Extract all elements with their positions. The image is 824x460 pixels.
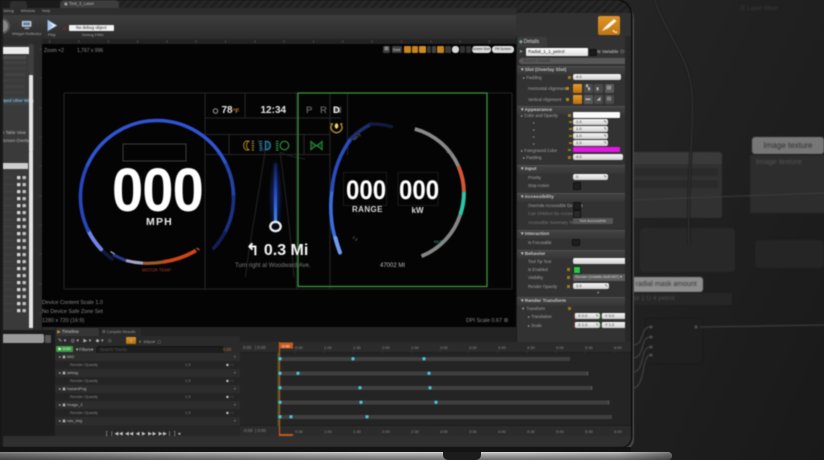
svg-text:NET 5: NET 5 <box>434 239 446 244</box>
svg-text:2:00: 2:00 <box>382 429 391 434</box>
svg-text:MA 5: MA 5 <box>352 132 363 142</box>
svg-text:6:00: 6:00 <box>614 345 623 350</box>
svg-text:1:30: 1:30 <box>353 345 362 350</box>
svg-text:0:30: 0:30 <box>295 429 304 434</box>
svg-text:5:00: 5:00 <box>556 345 565 350</box>
svg-text:2:30: 2:30 <box>411 429 420 434</box>
svg-text:1:30: 1:30 <box>353 429 362 434</box>
svg-text:0 8: 0 8 <box>351 235 359 243</box>
svg-text:4:30: 4:30 <box>527 345 536 350</box>
svg-text:6:00: 6:00 <box>614 429 623 434</box>
svg-text:3:30: 3:30 <box>469 345 478 350</box>
svg-text:3:30: 3:30 <box>469 429 478 434</box>
svg-text:4:00: 4:00 <box>498 345 507 350</box>
svg-text:2:00: 2:00 <box>382 345 391 350</box>
svg-text:2:30: 2:30 <box>411 345 420 350</box>
svg-text:4:30: 4:30 <box>527 429 536 434</box>
svg-text:1:00: 1:00 <box>324 429 333 434</box>
svg-text:1:00: 1:00 <box>324 345 333 350</box>
svg-text:5:30: 5:30 <box>585 429 594 434</box>
svg-text:0:30: 0:30 <box>295 345 304 350</box>
svg-text:3:00: 3:00 <box>440 345 449 350</box>
svg-text:0:00: 0:00 <box>282 343 291 348</box>
svg-text:3:00: 3:00 <box>440 429 449 434</box>
svg-text:5:00: 5:00 <box>556 429 565 434</box>
svg-text:MOTOR TEMP: MOTOR TEMP <box>142 268 171 273</box>
svg-text:4:00: 4:00 <box>498 429 507 434</box>
svg-text:5:30: 5:30 <box>585 345 594 350</box>
